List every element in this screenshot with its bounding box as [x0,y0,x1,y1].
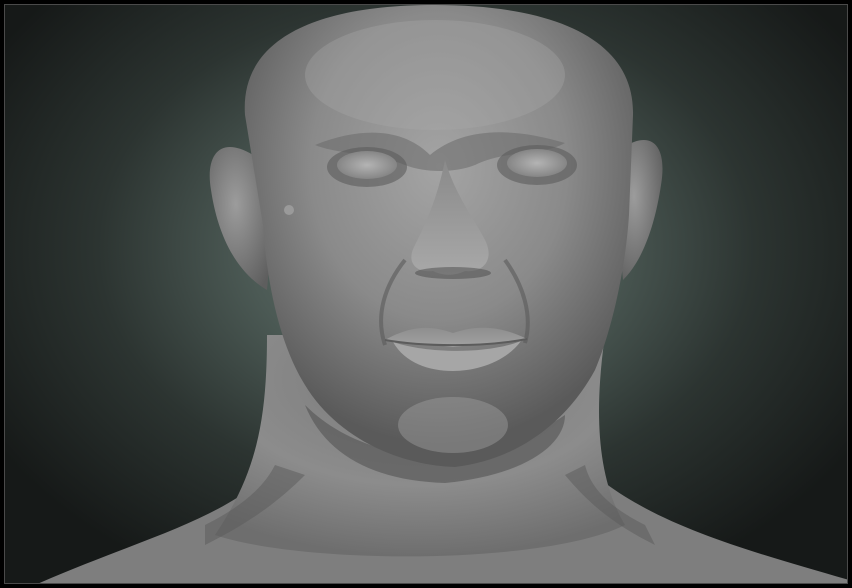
temple-bump [284,205,294,215]
render-canvas [4,4,848,584]
viewport [0,0,852,588]
chin-highlight [398,397,508,453]
forehead-highlight [305,20,565,130]
right-eye-shape [507,149,567,177]
sculpt-render [39,5,847,583]
nose-shadow [415,267,491,279]
left-eye-shape [337,151,397,179]
